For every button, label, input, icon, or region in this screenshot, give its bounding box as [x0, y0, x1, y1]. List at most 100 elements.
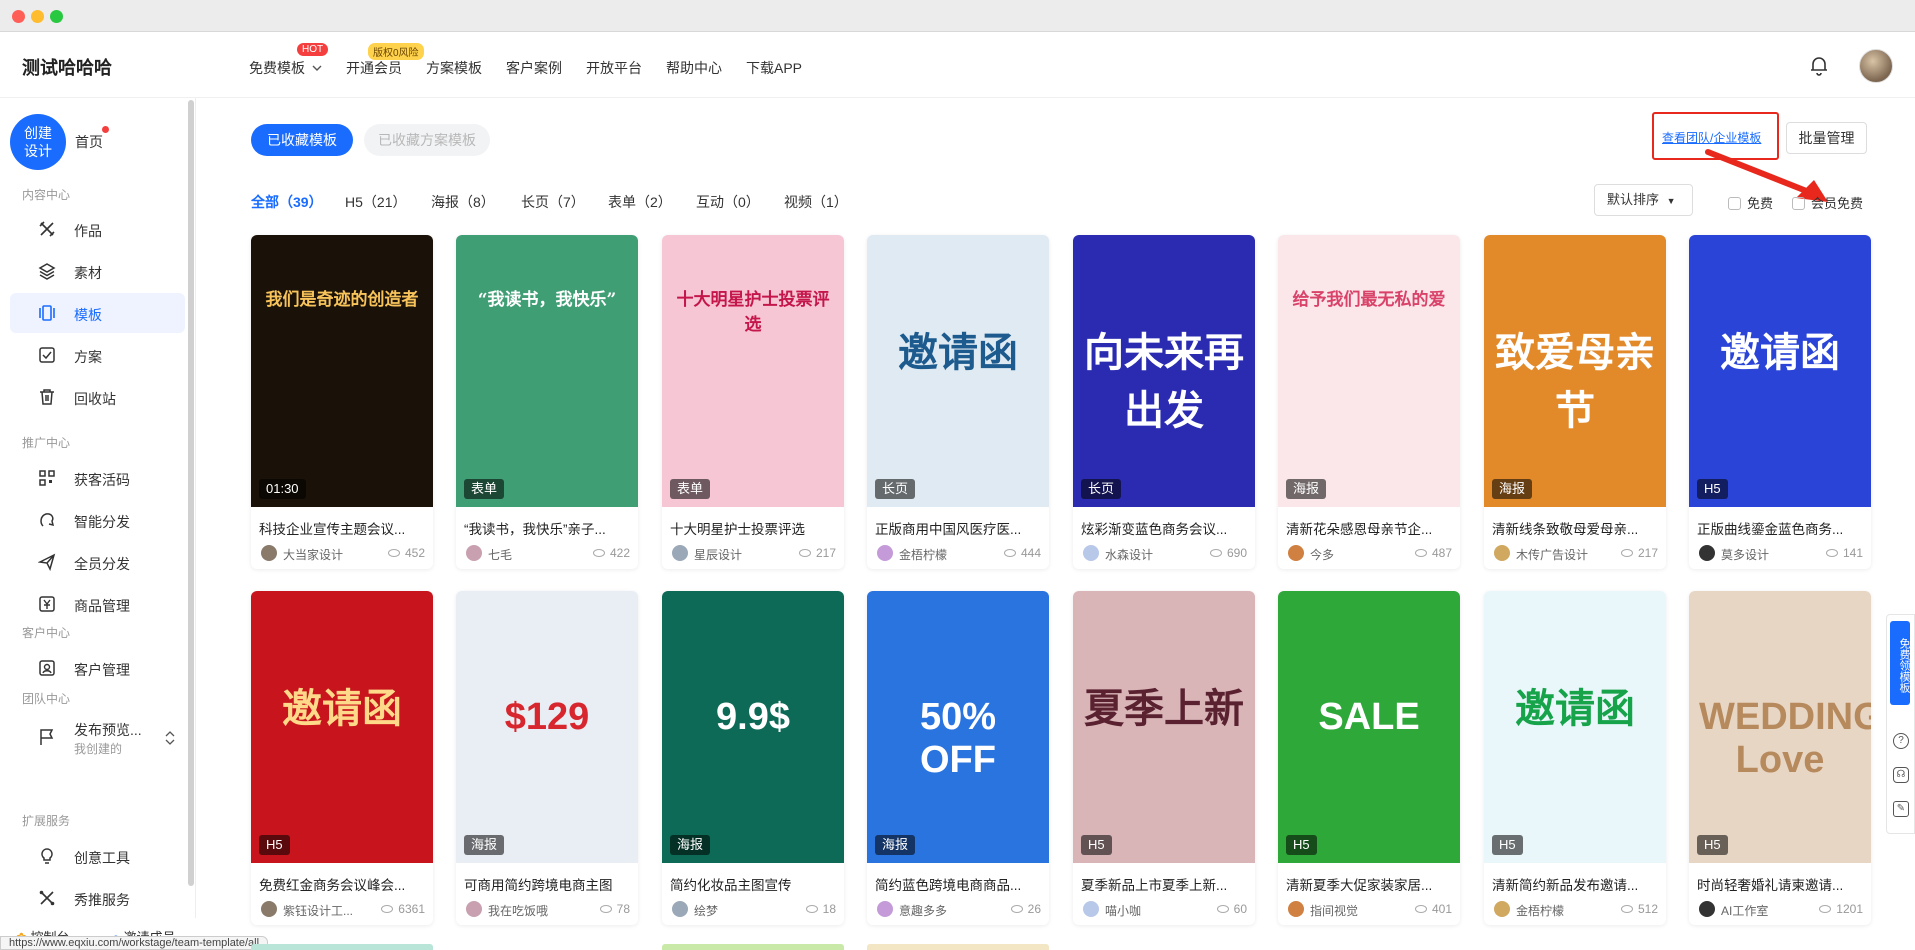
help-icon[interactable]: ?: [1893, 733, 1909, 749]
template-title[interactable]: 简约化妆品主图宣传: [670, 874, 836, 894]
template-thumbnail[interactable]: 邀请函 长页: [867, 235, 1049, 507]
sidebar-item-recycle[interactable]: 回收站: [10, 377, 185, 417]
copyright-badge: 版权0风险: [368, 43, 424, 60]
user-avatar[interactable]: [1859, 49, 1893, 83]
template-title[interactable]: 免费红金商务会议峰会...: [259, 874, 425, 894]
template-title[interactable]: 清新花朵感恩母亲节企...: [1286, 518, 1452, 538]
feedback-icon[interactable]: ✎: [1893, 801, 1909, 817]
template-card[interactable]: 我们是奇迹的创造者 01:30 科技企业宣传主题会议... 大当家设计 452: [251, 235, 433, 569]
template-card[interactable]: 给予我们最无私的爱 海报 清新花朵感恩母亲节企... 今多 487: [1278, 235, 1460, 569]
template-thumbnail[interactable]: 给予我们最无私的爱 海报: [1278, 235, 1460, 507]
sidebar-item-works[interactable]: 作品: [10, 209, 185, 249]
member-free-checkbox[interactable]: 会员免费: [1792, 193, 1863, 212]
template-thumbnail[interactable]: SALE H5: [1278, 591, 1460, 863]
sidebar-item-home[interactable]: 首页: [75, 132, 103, 152]
tab-favorited-templates[interactable]: 已收藏模板: [251, 124, 353, 156]
chevron-updown-icon[interactable]: [165, 730, 175, 746]
sidebar-item-plan[interactable]: 方案: [10, 335, 185, 375]
template-thumbnail[interactable]: “我读书，我快乐” 表单: [456, 235, 638, 507]
template-card[interactable]: 邀请函 H5 清新简约新品发布邀请... 金梧柠檬 512: [1484, 591, 1666, 925]
author-avatar: [877, 901, 893, 917]
sidebar-item-smart-distribution[interactable]: 智能分发: [10, 500, 185, 540]
free-template-tab[interactable]: 免费领模板: [1890, 621, 1910, 705]
template-author-row: 意趣多多 26: [877, 901, 1041, 919]
close-window-button[interactable]: [12, 10, 25, 23]
headset-icon[interactable]: ☊: [1893, 767, 1909, 783]
filter-poster[interactable]: 海报（8）: [431, 192, 495, 212]
template-thumbnail[interactable]: $129 海报: [456, 591, 638, 863]
template-card[interactable]: 向未来再出发 长页 炫彩渐变蓝色商务会议... 水森设计 690: [1073, 235, 1255, 569]
free-checkbox[interactable]: 免费: [1728, 193, 1773, 212]
nav-membership[interactable]: 开通会员 版权0风险: [346, 43, 424, 78]
template-thumbnail[interactable]: 我们是奇迹的创造者 01:30: [251, 235, 433, 507]
filter-all[interactable]: 全部（39）: [251, 192, 323, 212]
template-card[interactable]: WEDDING Love H5 时尚轻奢婚礼请柬邀请... AI工作室 1201: [1689, 591, 1871, 925]
template-title[interactable]: 炫彩渐变蓝色商务会议...: [1081, 518, 1247, 538]
template-thumbnail[interactable]: 邀请函 H5: [1484, 591, 1666, 863]
template-thumbnail[interactable]: 向未来再出发 长页: [1073, 235, 1255, 507]
template-thumbnail[interactable]: 致爱母亲节 海报: [1484, 235, 1666, 507]
template-title[interactable]: 夏季新品上市夏季上新...: [1081, 874, 1247, 894]
template-thumbnail[interactable]: WEDDING Love H5: [1689, 591, 1871, 863]
nav-download-app[interactable]: 下载APP: [746, 58, 802, 78]
template-card[interactable]: 9.9$ 海报 简约化妆品主图宣传 绘梦 18: [662, 591, 844, 925]
template-title[interactable]: 清新夏季大促家装家居...: [1286, 874, 1452, 894]
bell-icon[interactable]: [1808, 54, 1830, 76]
template-title[interactable]: 简约蓝色跨境电商商品...: [875, 874, 1041, 894]
maximize-window-button[interactable]: [50, 10, 63, 23]
sidebar-item-goods[interactable]: 商品管理: [10, 584, 185, 624]
template-title[interactable]: 时尚轻奢婚礼请柬邀请...: [1697, 874, 1863, 894]
sidebar-item-staff-distribution[interactable]: 全员分发: [10, 542, 185, 582]
sidebar-scrollbar[interactable]: [188, 100, 194, 886]
template-title[interactable]: 十大明星护士投票评选: [670, 518, 836, 538]
template-title[interactable]: 可商用简约跨境电商主图: [464, 874, 630, 894]
template-thumbnail[interactable]: 邀请函 H5: [1689, 235, 1871, 507]
nav-plan-templates[interactable]: 方案模板: [426, 58, 482, 78]
sidebar-item-material[interactable]: 素材: [10, 251, 185, 291]
template-title[interactable]: 清新简约新品发布邀请...: [1492, 874, 1658, 894]
template-card[interactable]: 50% OFF 海报简约蓝色跨境电商商品... 意趣多多 26: [867, 591, 1049, 925]
tab-favorited-plan-templates[interactable]: 已收藏方案模板: [364, 124, 490, 156]
template-title[interactable]: 正版商用中国风医疗医...: [875, 518, 1041, 538]
nav-help-center[interactable]: 帮助中心: [666, 58, 722, 78]
filter-h5[interactable]: H5（21）: [345, 192, 406, 212]
template-card[interactable]: SALE H5 清新夏季大促家装家居... 指间视觉 401: [1278, 591, 1460, 925]
sidebar-item-creative-tools[interactable]: 创意工具: [10, 836, 185, 876]
filter-label: 互动: [696, 194, 724, 210]
template-card[interactable]: 邀请函 长页 正版商用中国风医疗医... 金梧柠檬 444: [867, 235, 1049, 569]
batch-manage-button[interactable]: 批量管理: [1786, 122, 1867, 154]
nav-free-templates[interactable]: 免费模板 HOT: [249, 43, 329, 78]
sidebar-item-template[interactable]: 模板: [10, 293, 185, 333]
template-title[interactable]: 正版曲线鎏金蓝色商务...: [1697, 518, 1863, 538]
filter-longpage[interactable]: 长页（7）: [521, 192, 585, 212]
template-card[interactable]: $129 海报 可商用简约跨境电商主图 我在吃饭哦 78: [456, 591, 638, 925]
view-team-templates-link[interactable]: 查看团队/企业模板: [1652, 112, 1779, 160]
template-title[interactable]: “我读书，我快乐”亲子...: [464, 518, 630, 538]
template-card[interactable]: 邀请函 H5 免费红金商务会议峰会... 紫钰设计工... 6361: [251, 591, 433, 925]
minimize-window-button[interactable]: [31, 10, 44, 23]
template-thumbnail[interactable]: 夏季上新 H5: [1073, 591, 1255, 863]
sidebar-item-leads[interactable]: 获客活码: [10, 458, 185, 498]
template-thumbnail[interactable]: 邀请函 H5: [251, 591, 433, 863]
filter-form[interactable]: 表单（2）: [608, 192, 672, 212]
template-card[interactable]: 夏季上新 H5 夏季新品上市夏季上新... 喵小咖 60: [1073, 591, 1255, 925]
template-card[interactable]: 十大明星护士投票评选 表单 十大明星护士投票评选 星辰设计 217: [662, 235, 844, 569]
template-card[interactable]: “我读书，我快乐” 表单 “我读书，我快乐”亲子... 七毛 422: [456, 235, 638, 569]
template-card[interactable]: 致爱母亲节 海报 清新线条致敬母爱母亲... 木传广告设计 217: [1484, 235, 1666, 569]
nav-customer-cases[interactable]: 客户案例: [506, 58, 562, 78]
nav-open-platform[interactable]: 开放平台: [586, 58, 642, 78]
template-thumbnail[interactable]: 50% OFF 海报: [867, 591, 1049, 863]
filter-video[interactable]: 视频（1）: [784, 192, 848, 212]
template-card[interactable]: 邀请函 H5 正版曲线鎏金蓝色商务... 莫多设计 141: [1689, 235, 1871, 569]
app-title[interactable]: 测试哈哈哈: [22, 54, 112, 80]
sidebar-item-promo-service[interactable]: 秀推服务: [10, 878, 185, 918]
template-thumbnail[interactable]: 十大明星护士投票评选 表单: [662, 235, 844, 507]
sidebar-item-crm[interactable]: 客户管理: [10, 648, 185, 688]
sidebar-item-publish-preview[interactable]: 发布预览... 我创建的: [10, 712, 185, 762]
template-title[interactable]: 科技企业宣传主题会议...: [259, 518, 425, 538]
create-design-button[interactable]: 创建设计: [10, 114, 66, 170]
template-title[interactable]: 清新线条致敬母爱母亲...: [1492, 518, 1658, 538]
filter-interactive[interactable]: 互动（0）: [696, 192, 760, 212]
sort-select[interactable]: 默认排序 ▼: [1594, 184, 1693, 216]
template-thumbnail[interactable]: 9.9$ 海报: [662, 591, 844, 863]
